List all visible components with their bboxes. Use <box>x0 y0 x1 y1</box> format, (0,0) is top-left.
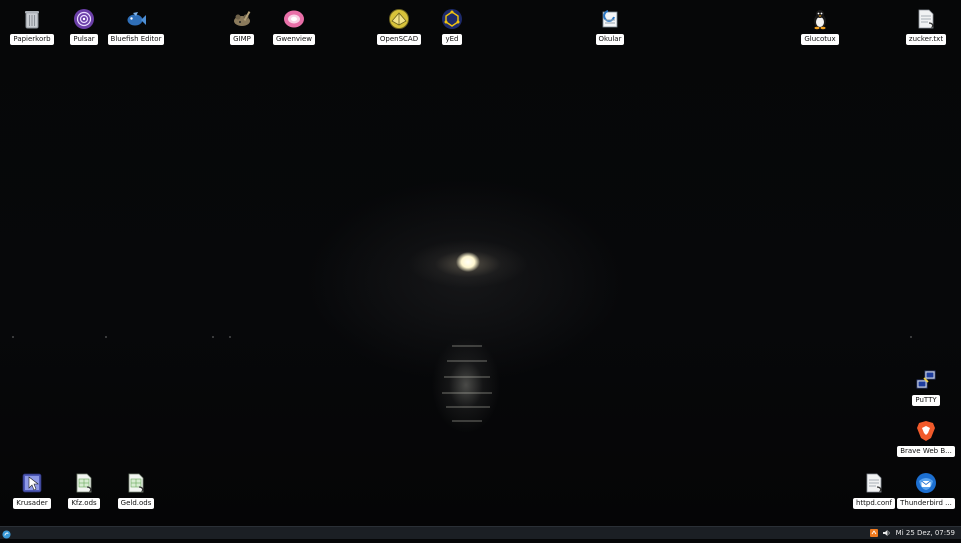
desktop-background: Papierkorb Pulsar Bluefish Editor GIMP G… <box>0 0 961 526</box>
desktop-icon-label: yEd <box>442 34 462 45</box>
taskbar: Mi 25 Dez, 07:59 <box>0 526 961 539</box>
clock[interactable]: Mi 25 Dez, 07:59 <box>896 527 955 539</box>
desktop-icon-brave[interactable]: Brave Web B... <box>894 420 958 468</box>
desktop-icon-geld-ods[interactable]: Geld.ods <box>104 472 168 520</box>
horizon-light <box>212 336 214 338</box>
desktop-icon-label: Geld.ods <box>117 498 155 509</box>
desktop-icon-gwenview[interactable]: Gwenview <box>262 8 326 56</box>
horizon-light <box>910 336 912 338</box>
krusader-icon <box>21 472 43 494</box>
desktop-icon-zucker-txt[interactable]: zucker.txt <box>894 8 958 56</box>
gimp-icon <box>231 8 253 30</box>
desktop-icon-label: httpd.conf <box>852 498 896 509</box>
desktop-icon-label: PuTTY <box>912 395 940 406</box>
desktop-icon-label: zucker.txt <box>905 34 947 45</box>
desktop-icon-label: Thunderbird ... <box>897 498 955 509</box>
yed-icon <box>441 8 463 30</box>
thunderbird-icon <box>915 472 937 494</box>
start-menu-icon <box>1 524 11 543</box>
gwenview-icon <box>283 8 305 30</box>
brave-icon <box>915 420 937 442</box>
trash-icon <box>21 8 43 30</box>
moon-reflection <box>452 345 482 347</box>
text-file-link-icon <box>863 472 885 494</box>
desktop-icon-yed[interactable]: yEd <box>420 8 484 56</box>
desktop-icon-label: Papierkorb <box>10 34 54 45</box>
desktop-icon-label: Kfz.ods <box>68 498 100 509</box>
desktop-icon-glucotux[interactable]: Glucotux <box>788 8 852 56</box>
moon-reflection <box>442 392 492 394</box>
tux-icon <box>809 8 831 30</box>
desktop-icon-putty[interactable]: PuTTY <box>894 369 958 417</box>
desktop-icon-label: Okular <box>595 34 625 45</box>
system-tray: Mi 25 Dez, 07:59 <box>869 527 961 539</box>
okular-icon <box>599 8 621 30</box>
moon-reflection <box>446 406 490 408</box>
putty-icon <box>915 369 937 391</box>
desktop-icon-bluefish[interactable]: Bluefish Editor <box>104 8 168 56</box>
pulsar-icon <box>73 8 95 30</box>
horizon-light <box>12 336 14 338</box>
desktop-icon-label: Glucotux <box>801 34 839 45</box>
horizon-light <box>105 336 107 338</box>
update-notifier-icon[interactable] <box>869 529 878 537</box>
desktop-icon-label: GIMP <box>230 34 254 45</box>
bluefish-icon <box>125 8 147 30</box>
desktop-icon-thunderbird[interactable]: Thunderbird ... <box>894 472 958 520</box>
moon-reflection <box>452 420 482 422</box>
desktop-icon-label: OpenSCAD <box>376 34 422 45</box>
moon-reflection <box>444 376 490 378</box>
horizon-light <box>229 336 231 338</box>
spreadsheet-link-icon <box>73 472 95 494</box>
desktop-icon-label: Gwenview <box>272 34 315 45</box>
spreadsheet-link-icon <box>125 472 147 494</box>
volume-icon[interactable] <box>882 529 891 537</box>
desktop-icon-label: Brave Web B... <box>897 446 955 457</box>
desktop-icon-label: Krusader <box>13 498 51 509</box>
desktop-icon-label: Pulsar <box>70 34 98 45</box>
text-file-link-icon <box>915 8 937 30</box>
desktop-icon-label: Bluefish Editor <box>107 34 165 45</box>
start-menu-button[interactable] <box>0 527 12 539</box>
openscad-icon <box>388 8 410 30</box>
desktop-icon-okular[interactable]: Okular <box>578 8 642 56</box>
moon-reflection <box>447 360 487 362</box>
